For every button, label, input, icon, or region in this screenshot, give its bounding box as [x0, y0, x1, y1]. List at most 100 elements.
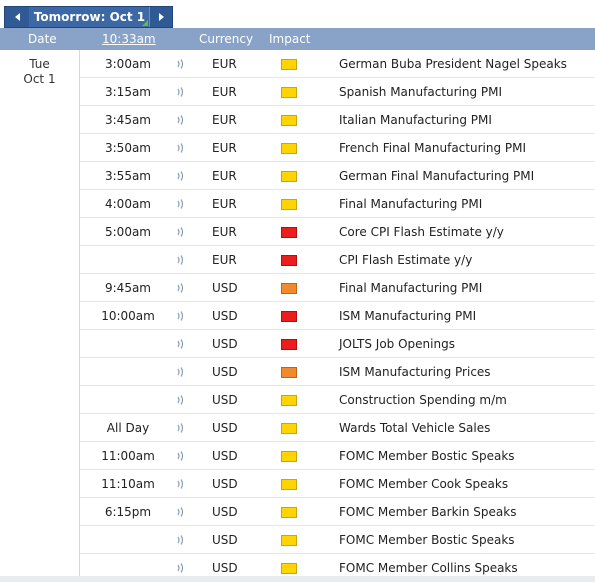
table-row[interactable]: 3:55am EUR German Final Manufacturing PMI	[0, 162, 595, 190]
event-currency: EUR	[212, 197, 237, 211]
date-navigator: Tomorrow: Oct 1	[4, 6, 173, 28]
high-impact-icon[interactable]	[281, 339, 297, 350]
sound-alert-icon[interactable]	[177, 254, 185, 266]
table-row[interactable]: 6:15pm USD FOMC Member Barkin Speaks	[0, 498, 595, 526]
event-title-link[interactable]: Final Manufacturing PMI	[339, 197, 482, 211]
sound-alert-icon[interactable]	[177, 142, 185, 154]
low-impact-icon[interactable]	[281, 59, 297, 70]
high-impact-icon[interactable]	[281, 311, 297, 322]
header-current-time-link[interactable]: 10:33am	[102, 32, 156, 46]
low-impact-icon[interactable]	[281, 87, 297, 98]
event-title-link[interactable]: German Final Manufacturing PMI	[339, 169, 534, 183]
event-title-link[interactable]: Italian Manufacturing PMI	[339, 113, 492, 127]
sound-alert-icon[interactable]	[177, 170, 185, 182]
next-day-button[interactable]	[149, 7, 172, 27]
event-currency: USD	[212, 561, 238, 575]
event-title-link[interactable]: Wards Total Vehicle Sales	[339, 421, 490, 435]
chevron-left-icon	[14, 13, 20, 21]
table-row[interactable]: 11:10am USD FOMC Member Cook Speaks	[0, 470, 595, 498]
event-time: 10:00am	[101, 309, 155, 323]
sound-alert-icon[interactable]	[177, 506, 185, 518]
low-impact-icon[interactable]	[281, 395, 297, 406]
table-row[interactable]: 9:45am USD Final Manufacturing PMI	[0, 274, 595, 302]
event-time: 3:45am	[105, 113, 151, 127]
event-title-link[interactable]: Final Manufacturing PMI	[339, 281, 482, 295]
event-currency: EUR	[212, 253, 237, 267]
horizontal-scrollbar[interactable]	[0, 576, 595, 582]
low-impact-icon[interactable]	[281, 143, 297, 154]
low-impact-icon[interactable]	[281, 507, 297, 518]
sound-alert-icon[interactable]	[177, 562, 185, 574]
low-impact-icon[interactable]	[281, 171, 297, 182]
event-title-link[interactable]: FOMC Member Bostic Speaks	[339, 449, 515, 463]
event-title-link[interactable]: FOMC Member Bostic Speaks	[339, 533, 515, 547]
event-title-link[interactable]: French Final Manufacturing PMI	[339, 141, 526, 155]
medium-impact-icon[interactable]	[281, 367, 297, 378]
table-row[interactable]: USD Construction Spending m/m	[0, 386, 595, 414]
chevron-right-icon	[158, 13, 164, 21]
sound-alert-icon[interactable]	[177, 338, 185, 350]
event-title-link[interactable]: Spanish Manufacturing PMI	[339, 85, 502, 99]
table-row[interactable]: EUR CPI Flash Estimate y/y	[0, 246, 595, 274]
sound-alert-icon[interactable]	[177, 58, 185, 70]
event-title-link[interactable]: Core CPI Flash Estimate y/y	[339, 225, 504, 239]
event-time: 11:10am	[101, 477, 155, 491]
table-row[interactable]: USD ISM Manufacturing Prices	[0, 358, 595, 386]
low-impact-icon[interactable]	[281, 451, 297, 462]
sound-alert-icon[interactable]	[177, 450, 185, 462]
event-currency: USD	[212, 449, 238, 463]
event-time: All Day	[106, 421, 150, 435]
sound-alert-icon[interactable]	[177, 86, 185, 98]
low-impact-icon[interactable]	[281, 535, 297, 546]
sound-alert-icon[interactable]	[177, 534, 185, 546]
low-impact-icon[interactable]	[281, 563, 297, 574]
sound-alert-icon[interactable]	[177, 310, 185, 322]
sound-alert-icon[interactable]	[177, 114, 185, 126]
low-impact-icon[interactable]	[281, 423, 297, 434]
sound-alert-icon[interactable]	[177, 282, 185, 294]
table-row[interactable]: 4:00am EUR Final Manufacturing PMI	[0, 190, 595, 218]
table-header: Date 10:33am Currency Impact	[0, 28, 595, 50]
event-currency: USD	[212, 393, 238, 407]
low-impact-icon[interactable]	[281, 115, 297, 126]
event-title-link[interactable]: ISM Manufacturing PMI	[339, 309, 476, 323]
event-title-link[interactable]: Construction Spending m/m	[339, 393, 507, 407]
high-impact-icon[interactable]	[281, 255, 297, 266]
event-title-link[interactable]: CPI Flash Estimate y/y	[339, 253, 472, 267]
table-row[interactable]: 3:50am EUR French Final Manufacturing PMI	[0, 134, 595, 162]
table-row[interactable]: 11:00am USD FOMC Member Bostic Speaks	[0, 442, 595, 470]
event-title-link[interactable]: ISM Manufacturing Prices	[339, 365, 491, 379]
event-time: 3:00am	[105, 57, 151, 71]
table-row[interactable]: All Day USD Wards Total Vehicle Sales	[0, 414, 595, 442]
table-row[interactable]: 3:45am EUR Italian Manufacturing PMI	[0, 106, 595, 134]
current-day-title[interactable]: Tomorrow: Oct 1	[29, 7, 150, 27]
sound-alert-icon[interactable]	[177, 226, 185, 238]
event-title-link[interactable]: FOMC Member Cook Speaks	[339, 477, 508, 491]
event-time: 3:50am	[105, 141, 151, 155]
sound-alert-icon[interactable]	[177, 422, 185, 434]
medium-impact-icon[interactable]	[281, 283, 297, 294]
sound-alert-icon[interactable]	[177, 394, 185, 406]
day-date: Oct 1	[23, 72, 56, 86]
table-row[interactable]: 3:00am EUR German Buba President Nagel Spe…	[0, 50, 595, 78]
table-row[interactable]: USD FOMC Member Bostic Speaks	[0, 526, 595, 554]
table-row[interactable]: 10:00am USD ISM Manufacturing PMI	[0, 302, 595, 330]
low-impact-icon[interactable]	[281, 199, 297, 210]
header-date: Date	[28, 32, 57, 46]
sound-alert-icon[interactable]	[177, 198, 185, 210]
high-impact-icon[interactable]	[281, 227, 297, 238]
event-title-link[interactable]: German Buba President Nagel Speaks	[339, 57, 567, 71]
event-currency: USD	[212, 505, 238, 519]
event-title-link[interactable]: FOMC Member Collins Speaks	[339, 561, 518, 575]
event-title-link[interactable]: FOMC Member Barkin Speaks	[339, 505, 516, 519]
table-row[interactable]: USD JOLTS Job Openings	[0, 330, 595, 358]
low-impact-icon[interactable]	[281, 479, 297, 490]
previous-day-button[interactable]	[5, 7, 29, 27]
sound-alert-icon[interactable]	[177, 478, 185, 490]
event-currency: EUR	[212, 85, 237, 99]
event-currency: EUR	[212, 169, 237, 183]
sound-alert-icon[interactable]	[177, 366, 185, 378]
event-title-link[interactable]: JOLTS Job Openings	[339, 337, 455, 351]
table-row[interactable]: 5:00am EUR Core CPI Flash Estimate y/y	[0, 218, 595, 246]
table-row[interactable]: 3:15am EUR Spanish Manufacturing PMI	[0, 78, 595, 106]
